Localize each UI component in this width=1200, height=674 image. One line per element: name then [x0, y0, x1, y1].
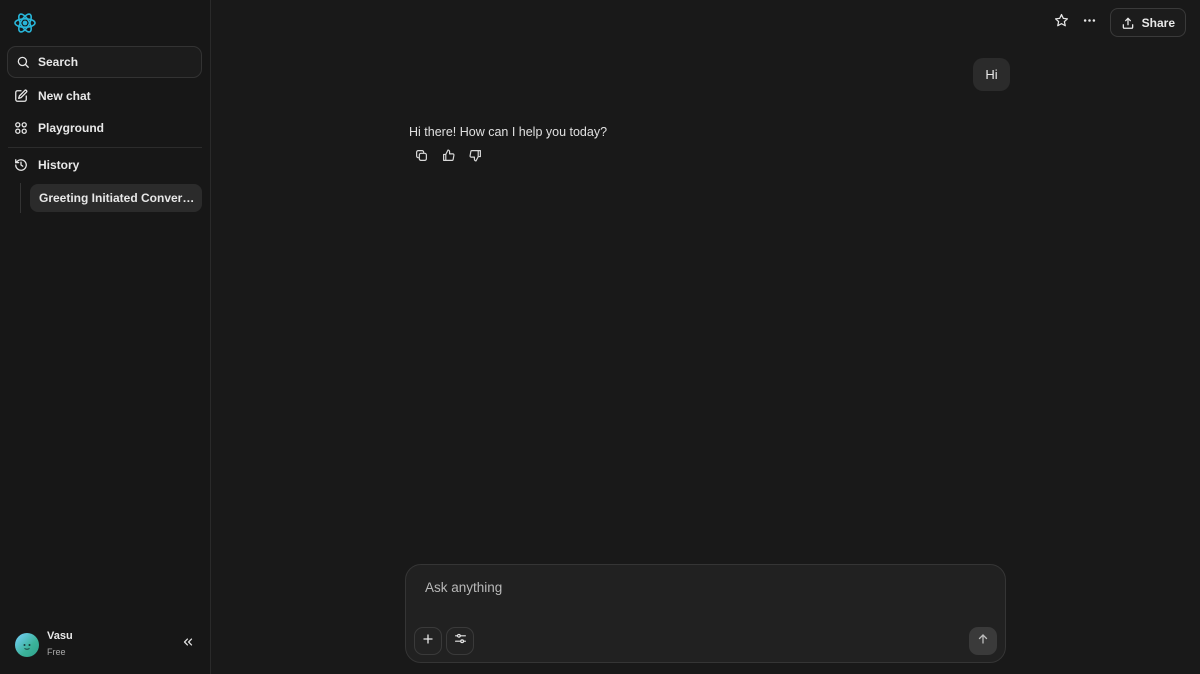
playground-label: Playground: [38, 121, 105, 135]
avatar: [15, 632, 39, 657]
search-button[interactable]: Search: [7, 46, 202, 78]
new-chat-label: New chat: [38, 89, 91, 103]
atom-logo-icon[interactable]: [13, 11, 37, 35]
favorite-button[interactable]: [1048, 9, 1076, 37]
sidebar: Search New chat Playground History Greet…: [0, 0, 211, 674]
thumbs-up-button[interactable]: [439, 149, 457, 167]
message-input[interactable]: [423, 577, 983, 597]
user-message-text: Hi: [985, 67, 998, 82]
share-button[interactable]: Share: [1109, 8, 1186, 37]
upload-icon: [1121, 16, 1135, 30]
history-label: History: [38, 158, 80, 172]
history-rail: [20, 183, 21, 213]
user-profile[interactable]: Vasu Free: [15, 630, 73, 659]
user-name: Vasu: [47, 630, 73, 642]
edit-icon: [14, 89, 28, 103]
add-attachment-button[interactable]: [414, 627, 442, 655]
user-message: Hi: [973, 58, 1010, 91]
sliders-icon: [454, 632, 467, 650]
search-icon: [16, 55, 30, 69]
arrow-up-icon: [977, 632, 989, 650]
history-item-title: Greeting Initiated Conversa...: [39, 191, 199, 205]
history-item[interactable]: Greeting Initiated Conversa...: [30, 184, 202, 212]
sidebar-divider: [8, 147, 202, 148]
grid-icon: [14, 121, 28, 135]
history-button[interactable]: History: [7, 151, 202, 179]
chevrons-left-icon: [181, 635, 195, 654]
composer: [405, 564, 1006, 663]
copy-icon: [415, 149, 428, 167]
playground-button[interactable]: Playground: [7, 114, 202, 142]
history-icon: [14, 158, 28, 172]
more-horizontal-icon: [1082, 13, 1097, 33]
new-chat-button[interactable]: New chat: [7, 82, 202, 110]
user-plan: Free: [47, 647, 66, 657]
plus-icon: [422, 632, 434, 650]
more-options-button[interactable]: [1076, 9, 1104, 37]
assistant-message: Hi there! How can I help you today?: [409, 125, 608, 139]
tools-button[interactable]: [446, 627, 474, 655]
header-actions: Share: [1048, 8, 1186, 37]
search-label: Search: [38, 55, 79, 69]
thumbs-up-icon: [442, 149, 455, 167]
thumbs-down-button[interactable]: [466, 150, 484, 166]
send-button[interactable]: [969, 627, 997, 655]
star-icon: [1054, 13, 1069, 33]
thumbs-down-icon: [468, 149, 482, 167]
copy-button[interactable]: [412, 150, 430, 166]
app-window: Search New chat Playground History Greet…: [0, 0, 1200, 674]
message-actions: [412, 149, 493, 167]
collapse-sidebar-button[interactable]: [180, 636, 196, 652]
share-label: Share: [1141, 15, 1175, 30]
